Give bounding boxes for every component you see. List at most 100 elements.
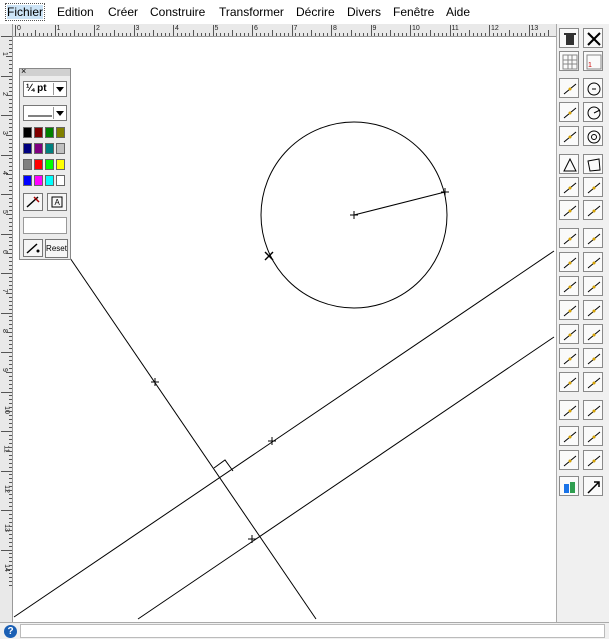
menu-fenetre[interactable]: Fenêtre xyxy=(393,5,434,19)
tool-button[interactable] xyxy=(559,200,579,220)
brush-button[interactable] xyxy=(23,193,43,211)
tool-button[interactable] xyxy=(583,228,603,248)
tool-button[interactable] xyxy=(583,276,603,296)
line-width-select[interactable]: ¼ pt xyxy=(23,81,67,97)
ruler-tick xyxy=(244,33,246,36)
ruler-tick xyxy=(9,280,12,282)
point-circle-center[interactable] xyxy=(350,211,358,219)
ruler-tick xyxy=(137,33,139,36)
tool-button[interactable] xyxy=(583,426,603,446)
tool-button[interactable] xyxy=(583,372,603,392)
color-swatch[interactable] xyxy=(45,127,54,138)
tool-button[interactable] xyxy=(559,28,579,48)
color-swatch[interactable] xyxy=(56,159,65,170)
color-swatch[interactable] xyxy=(34,143,43,154)
tool-button[interactable] xyxy=(559,78,579,98)
tool-button[interactable] xyxy=(559,102,579,122)
tool-button[interactable] xyxy=(583,177,603,197)
ruler-tick xyxy=(429,30,431,36)
tool-button[interactable] xyxy=(583,154,603,174)
color-swatch[interactable] xyxy=(45,175,54,186)
tool-button[interactable] xyxy=(583,300,603,320)
line-style-select[interactable] xyxy=(23,105,67,121)
tool-button[interactable] xyxy=(583,476,603,496)
color-swatch[interactable] xyxy=(34,127,43,138)
ruler-tick xyxy=(141,33,143,36)
color-swatch[interactable] xyxy=(56,143,65,154)
ruler-tick xyxy=(9,577,12,579)
color-swatch[interactable] xyxy=(34,159,43,170)
ruler-tick xyxy=(437,33,439,36)
tool-button[interactable] xyxy=(583,324,603,344)
tool-button[interactable] xyxy=(583,126,603,146)
tool-button[interactable] xyxy=(583,400,603,420)
ruler-tick xyxy=(311,30,313,36)
chevron-down-icon[interactable] xyxy=(53,107,65,119)
tool-button[interactable] xyxy=(583,252,603,272)
tool-button[interactable] xyxy=(583,348,603,368)
color-swatch[interactable] xyxy=(23,175,32,186)
menu-aide[interactable]: Aide xyxy=(446,5,470,19)
tool-button[interactable] xyxy=(559,177,579,197)
tool-button[interactable] xyxy=(559,476,579,496)
menu-construire[interactable]: Construire xyxy=(150,5,205,19)
ruler-tick xyxy=(9,359,12,361)
menu-transformer[interactable]: Transformer xyxy=(219,5,284,19)
curve-icon xyxy=(587,353,601,365)
parallel-line-2[interactable] xyxy=(137,336,555,620)
tool-button[interactable] xyxy=(583,200,603,220)
menu-decrire[interactable]: Décrire xyxy=(296,5,335,19)
ruler-tick xyxy=(78,33,80,36)
tool-button[interactable] xyxy=(559,276,579,296)
tool-button[interactable] xyxy=(559,426,579,446)
label-button[interactable]: A xyxy=(47,193,67,211)
menu-fichier[interactable]: Fichier xyxy=(4,3,46,21)
ruler-tick xyxy=(9,557,12,559)
ruler-top-label: 11 xyxy=(451,25,459,32)
ruler-tick xyxy=(6,529,12,531)
palette-text-field[interactable] xyxy=(23,217,67,234)
parallel-line-1[interactable] xyxy=(13,250,555,618)
drawing-canvas[interactable] xyxy=(13,37,556,622)
tool-button[interactable] xyxy=(583,78,603,98)
ruler-tick xyxy=(240,33,242,36)
color-swatch[interactable] xyxy=(56,127,65,138)
tool-button[interactable]: 1 xyxy=(583,51,603,71)
color-swatch[interactable] xyxy=(23,143,32,154)
color-swatch[interactable] xyxy=(23,159,32,170)
reset-button[interactable]: Reset xyxy=(45,239,68,258)
intersection-point[interactable] xyxy=(248,535,256,543)
tool-button[interactable] xyxy=(559,400,579,420)
palette-title-bar[interactable]: × xyxy=(20,66,70,76)
tool-button[interactable] xyxy=(559,51,579,71)
tool-button[interactable] xyxy=(559,126,579,146)
color-swatch[interactable] xyxy=(45,159,54,170)
help-icon[interactable]: ? xyxy=(4,625,17,638)
ruler-tick xyxy=(133,25,135,36)
tool-button[interactable] xyxy=(559,228,579,248)
tool-button[interactable] xyxy=(583,102,603,122)
color-swatch[interactable] xyxy=(34,175,43,186)
color-swatch[interactable] xyxy=(56,175,65,186)
color-swatch[interactable] xyxy=(23,127,32,138)
ruler-tick xyxy=(212,25,214,36)
radius-segment[interactable] xyxy=(353,191,446,216)
oblique-line[interactable] xyxy=(69,257,317,620)
tool-button[interactable] xyxy=(583,450,603,470)
menu-divers[interactable]: Divers xyxy=(347,5,381,19)
tool-button[interactable] xyxy=(559,324,579,344)
color-swatch[interactable] xyxy=(45,143,54,154)
chevron-down-icon[interactable] xyxy=(53,83,65,95)
tool-button[interactable] xyxy=(559,300,579,320)
point-on-radius[interactable] xyxy=(441,188,449,196)
style-brush-button[interactable] xyxy=(23,239,43,257)
tool-button[interactable] xyxy=(559,154,579,174)
menu-creer[interactable]: Créer xyxy=(108,5,138,19)
tool-button[interactable] xyxy=(559,348,579,368)
tool-button[interactable] xyxy=(559,252,579,272)
menu-edition[interactable]: Edition xyxy=(57,5,94,19)
close-icon[interactable]: × xyxy=(21,66,26,76)
tool-button[interactable] xyxy=(559,450,579,470)
tool-button[interactable] xyxy=(583,28,603,48)
tool-button[interactable] xyxy=(559,372,579,392)
